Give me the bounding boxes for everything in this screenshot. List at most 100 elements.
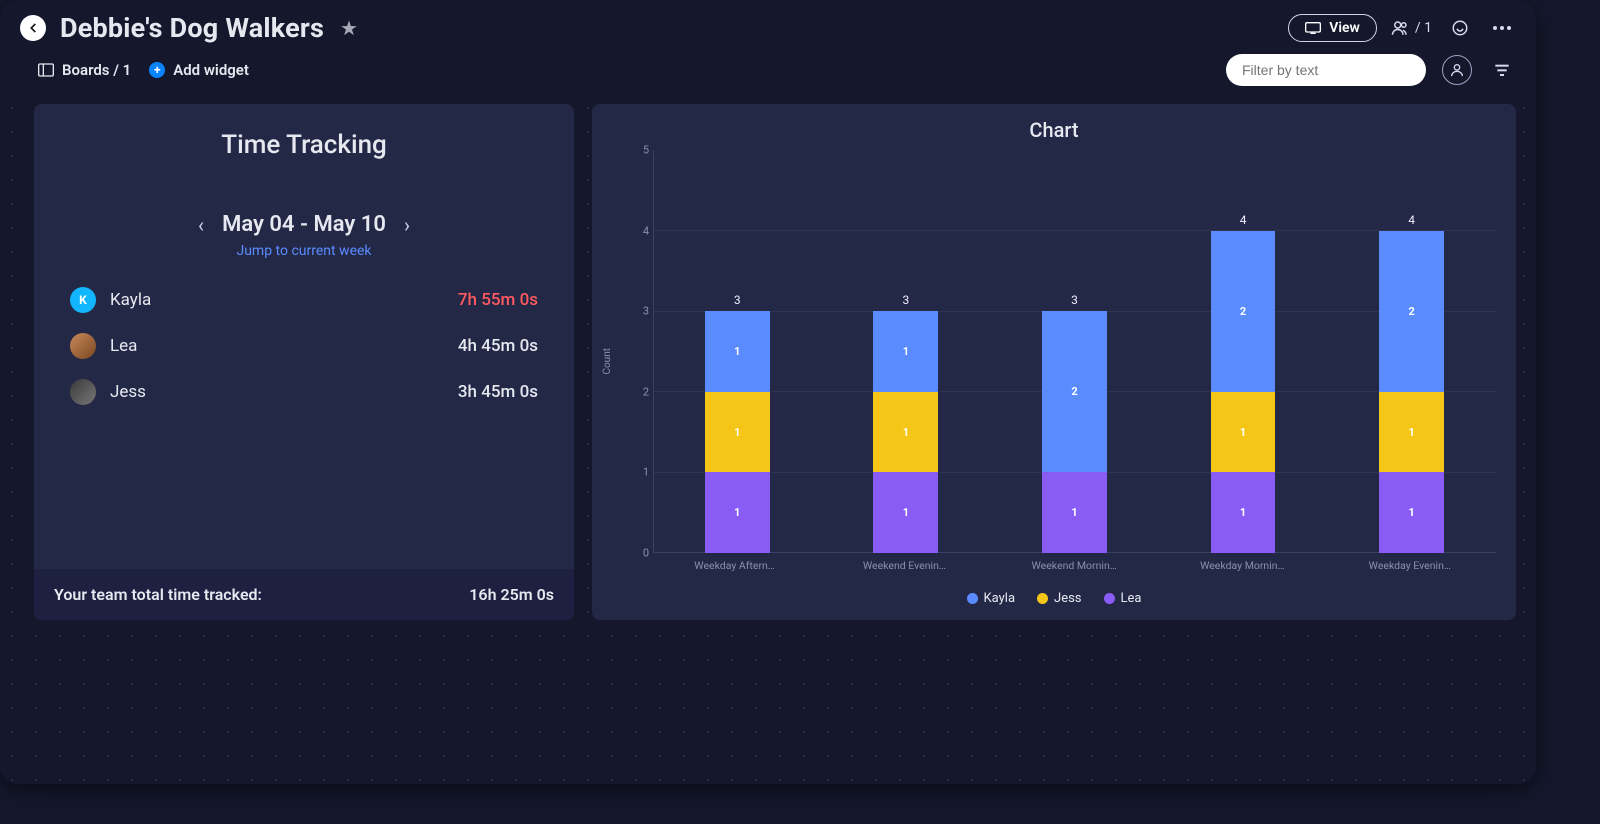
toolbar: Boards / 1 + Add widget <box>0 48 1536 100</box>
bar-segment-jess: 1 <box>1211 392 1276 473</box>
bar-segment-kayla: 2 <box>1211 231 1276 392</box>
chart-bar-column[interactable]: 3111 <box>692 150 782 553</box>
chart-xticks: Weekday Afternoo... Weekend Evening ... We… <box>653 555 1496 579</box>
chat-button[interactable] <box>1446 14 1474 42</box>
boards-label: Boards / 1 <box>62 61 131 79</box>
legend-label: Kayla <box>984 591 1016 606</box>
chart-bar-column[interactable]: 3111 <box>861 150 951 553</box>
member-name: Lea <box>110 336 458 356</box>
bar-segment-lea: 1 <box>1211 472 1276 553</box>
filter-icon <box>1494 62 1510 78</box>
bar-segment-lea: 1 <box>1042 472 1107 553</box>
legend-label: Jess <box>1054 591 1082 606</box>
more-icon <box>1493 26 1511 30</box>
bar-total-label: 3 <box>861 293 951 311</box>
member-time: 7h 55m 0s <box>458 290 538 310</box>
filter-input-wrap[interactable] <box>1226 54 1426 86</box>
chart-xtick: Weekday Evening ... <box>1367 555 1457 579</box>
avatar: K <box>70 287 96 313</box>
legend-swatch-icon <box>1037 593 1048 604</box>
user-button[interactable] <box>1442 55 1472 85</box>
time-tracking-list: KKayla7h 55m 0sLea4h 45m 0sJess3h 45m 0s <box>34 259 574 415</box>
bar-total-label: 3 <box>692 293 782 311</box>
bar-segment-kayla: 1 <box>873 311 938 392</box>
date-range: May 04 - May 10 <box>222 212 386 237</box>
member-time: 4h 45m 0s <box>458 336 538 356</box>
bar-segment-lea: 1 <box>705 472 770 553</box>
chart-xtick: Weekend Morning... <box>1029 555 1119 579</box>
bar-segment-jess: 1 <box>705 392 770 473</box>
total-value: 16h 25m 0s <box>469 585 554 604</box>
filter-settings-button[interactable] <box>1488 56 1516 84</box>
chart-ytick: 1 <box>619 466 649 479</box>
chart-ytick: 5 <box>619 144 649 157</box>
members-count: / 1 <box>1415 20 1432 36</box>
add-widget-button[interactable]: + Add widget <box>149 61 249 79</box>
prev-week-button[interactable]: ‹ <box>198 213 204 237</box>
filter-input[interactable] <box>1240 61 1425 79</box>
legend-label: Lea <box>1121 591 1142 606</box>
chart-xtick: Weekend Evening ... <box>861 555 951 579</box>
bar-segment-jess: 1 <box>1379 392 1444 473</box>
chart-xtick: Weekday Morning ... <box>1198 555 1288 579</box>
chart-ylabel: Count <box>600 348 615 375</box>
time-tracking-widget: Time Tracking ‹ May 04 - May 10 › Jump t… <box>34 104 574 620</box>
chart-legend: Kayla Jess Lea <box>592 585 1516 620</box>
legend-item[interactable]: Lea <box>1104 591 1142 606</box>
bar-segment-kayla: 2 <box>1042 311 1107 472</box>
user-icon <box>1449 62 1465 78</box>
member-name: Kayla <box>110 290 458 310</box>
legend-item[interactable]: Jess <box>1037 591 1082 606</box>
bar-segment-kayla: 1 <box>705 311 770 392</box>
chart-ytick: 0 <box>619 547 649 560</box>
workspace-title: Debbie's Dog Walkers <box>60 12 324 44</box>
time-tracking-row[interactable]: Jess3h 45m 0s <box>70 369 538 415</box>
member-name: Jess <box>110 382 458 402</box>
widgets-grid: Time Tracking ‹ May 04 - May 10 › Jump t… <box>0 100 1536 640</box>
time-tracking-title: Time Tracking <box>34 104 574 170</box>
bar-total-label: 3 <box>1029 293 1119 311</box>
bar-total-label: 4 <box>1367 213 1457 231</box>
avatar <box>70 379 96 405</box>
view-label: View <box>1329 20 1360 36</box>
chart-widget: Chart Count 3111311131241124112 Weekday … <box>592 104 1516 620</box>
chevron-left-icon <box>26 21 40 35</box>
boards-icon <box>38 63 54 77</box>
legend-item[interactable]: Kayla <box>967 591 1016 606</box>
avatar <box>70 333 96 359</box>
members-icon <box>1391 19 1409 37</box>
total-label: Your team total time tracked: <box>54 585 262 604</box>
favorite-star-icon[interactable]: ★ <box>340 16 358 40</box>
legend-swatch-icon <box>1104 593 1115 604</box>
time-tracking-row[interactable]: K Kayla7h 55m 0s <box>70 277 538 323</box>
add-widget-label: Add widget <box>173 61 249 79</box>
chart-title: Chart <box>592 104 1516 144</box>
more-button[interactable] <box>1488 14 1516 42</box>
bar-segment-lea: 1 <box>1379 472 1444 553</box>
legend-swatch-icon <box>967 593 978 604</box>
chart-ytick: 4 <box>619 224 649 237</box>
plus-circle-icon: + <box>149 62 165 78</box>
member-time: 3h 45m 0s <box>458 382 538 402</box>
chart-ytick: 3 <box>619 305 649 318</box>
chart-bar-column[interactable]: 3 12 <box>1029 150 1119 553</box>
app-header: Debbie's Dog Walkers ★ View / 1 <box>0 0 1536 48</box>
back-button[interactable] <box>20 15 46 41</box>
display-icon <box>1305 22 1321 34</box>
chart-xtick: Weekday Afternoo... <box>692 555 782 579</box>
next-week-button[interactable]: › <box>404 213 410 237</box>
bar-segment-kayla: 2 <box>1379 231 1444 392</box>
boards-button[interactable]: Boards / 1 <box>38 61 131 79</box>
chart-bar-column[interactable]: 4112 <box>1198 150 1288 553</box>
chart-bars: 3111311131241124112 <box>653 150 1496 553</box>
chart-bar-column[interactable]: 4112 <box>1367 150 1457 553</box>
bar-segment-jess: 1 <box>873 392 938 473</box>
bar-segment-lea: 1 <box>873 472 938 553</box>
bar-total-label: 4 <box>1198 213 1288 231</box>
members-indicator[interactable]: / 1 <box>1391 19 1432 37</box>
view-button[interactable]: View <box>1288 14 1377 42</box>
chart-ytick: 2 <box>619 385 649 398</box>
chat-icon <box>1451 19 1469 37</box>
time-tracking-row[interactable]: Lea4h 45m 0s <box>70 323 538 369</box>
jump-current-week-link[interactable]: Jump to current week <box>34 243 574 259</box>
